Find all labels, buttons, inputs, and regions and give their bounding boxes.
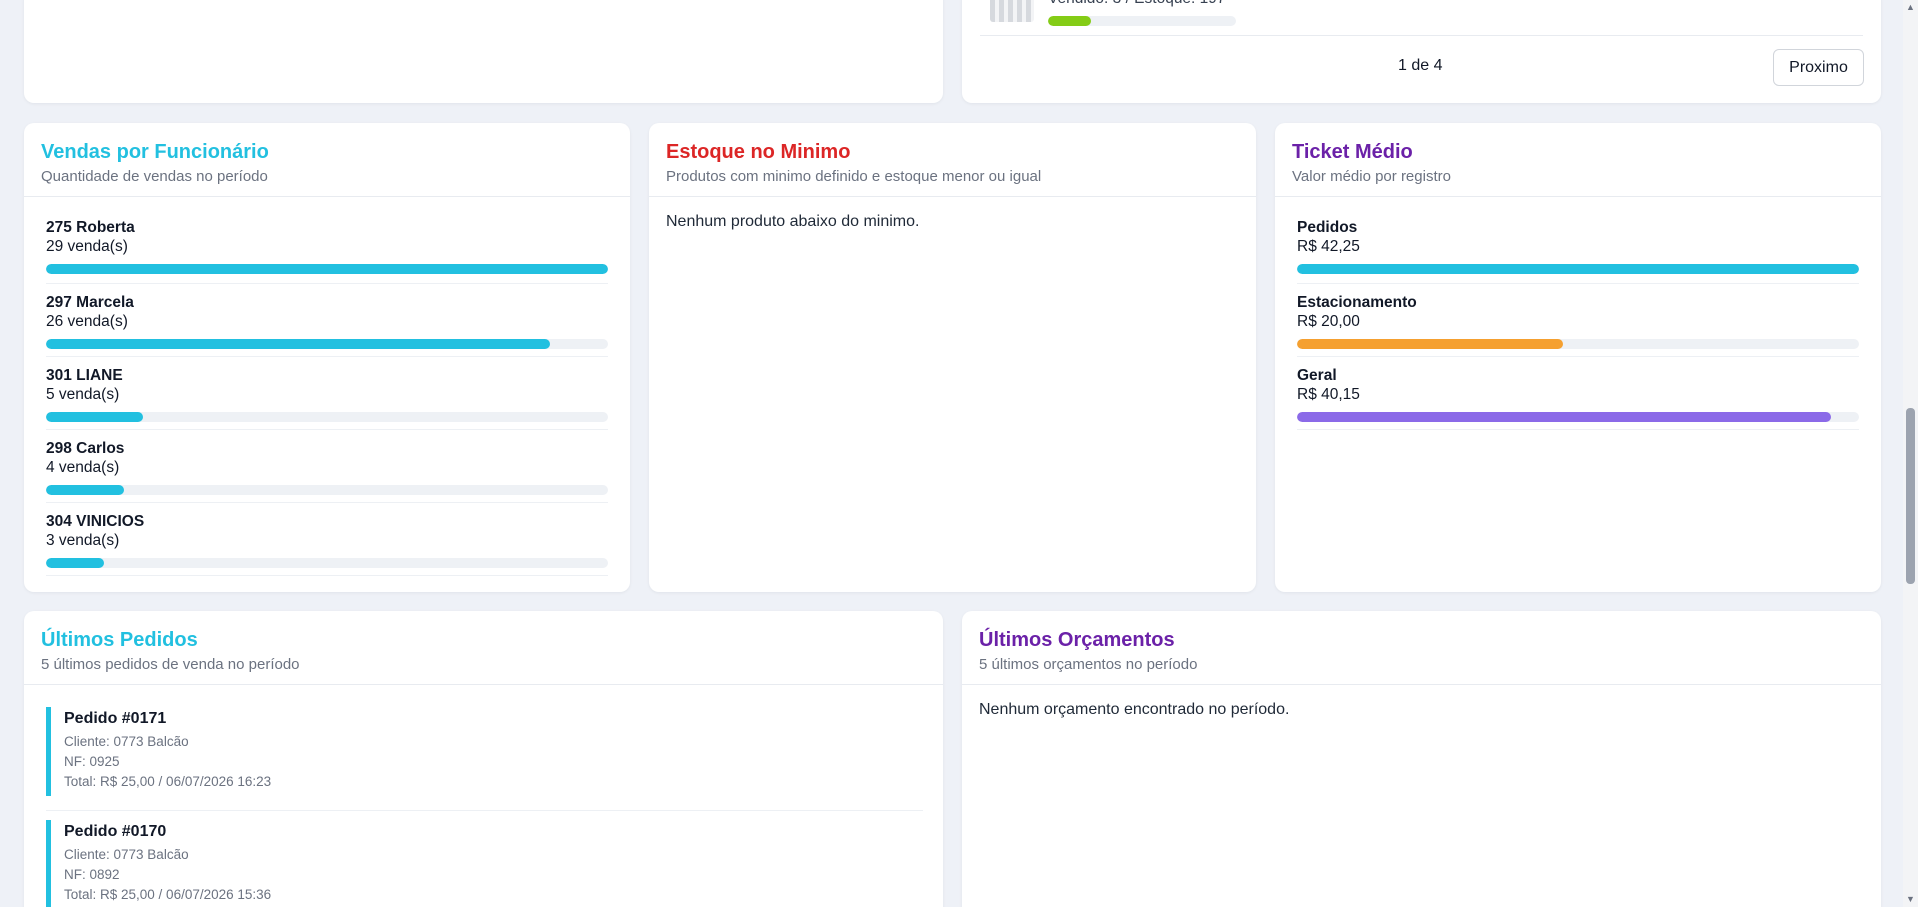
- card-subtitle: 5 últimos orçamentos no período: [979, 656, 1198, 673]
- bar-track: [1297, 264, 1859, 274]
- ticket-category: Pedidos: [1297, 219, 1358, 236]
- bar-track: [46, 339, 608, 349]
- card-subtitle: 5 últimos pedidos de venda no período: [41, 656, 300, 673]
- employee-sales-list: 275 Roberta 29 venda(s) 297 Marcela 26 ven…: [24, 197, 630, 576]
- latest-orders-card: Últimos Pedidos 5 últimos pedidos de ven…: [24, 611, 943, 907]
- bar-track: [46, 412, 608, 422]
- sales-by-employee-card: Vendas por Funcionário Quantidade de ven…: [24, 123, 630, 592]
- card-header: Ticket Médio Valor médio por registro: [1275, 123, 1881, 197]
- order-client: Cliente: 0773 Balcão: [64, 734, 189, 749]
- card-subtitle: Quantidade de vendas no período: [41, 168, 268, 185]
- bar-fill: [46, 412, 143, 422]
- divider: [980, 35, 1863, 36]
- scroll-thumb[interactable]: [1906, 408, 1915, 584]
- bar-track: [1297, 339, 1859, 349]
- ticket-value: R$ 20,00: [1297, 313, 1360, 330]
- card-header: Últimos Orçamentos 5 últimos orçamentos …: [962, 611, 1881, 685]
- bar-fill: [46, 485, 124, 495]
- list-item: 301 LIANE 5 venda(s): [46, 357, 608, 430]
- bar-fill: [1297, 412, 1832, 422]
- employee-name: 275 Roberta: [46, 219, 135, 236]
- sales-count: 3 venda(s): [46, 532, 120, 549]
- bar-track: [46, 264, 608, 274]
- list-item[interactable]: Pedido #0170 Cliente: 0773 Balcão NF: 08…: [46, 820, 923, 907]
- order-title: Pedido #0171: [64, 710, 167, 727]
- list-item[interactable]: Pedido #0171 Cliente: 0773 Balcão NF: 09…: [46, 707, 923, 811]
- order-client: Cliente: 0773 Balcão: [64, 847, 189, 862]
- order-nf: NF: 0925: [64, 754, 120, 769]
- order-nf: NF: 0892: [64, 867, 120, 882]
- order-total: Total: R$ 25,00 / 06/07/2026 16:23: [64, 774, 272, 789]
- order-entry: Pedido #0170 Cliente: 0773 Balcão NF: 08…: [46, 820, 923, 907]
- empty-message: Nenhum orçamento encontrado no período.: [979, 701, 1290, 718]
- latest-quotes-card: Últimos Orçamentos 5 últimos orçamentos …: [962, 611, 1881, 907]
- ticket-value: R$ 42,25: [1297, 238, 1360, 255]
- ticket-list: Pedidos R$ 42,25 Estacionamento R$ 20,00 G…: [1275, 197, 1881, 430]
- list-item: 275 Roberta 29 venda(s): [46, 211, 608, 284]
- list-item: 298 Carlos 4 venda(s): [46, 430, 608, 503]
- bar-fill: [46, 558, 105, 568]
- ticket-category: Estacionamento: [1297, 294, 1417, 311]
- top-left-card: [24, 0, 943, 103]
- bar-track: [46, 558, 608, 568]
- product-progress-fill: [1048, 16, 1092, 26]
- card-title: Últimos Pedidos: [41, 629, 198, 651]
- card-header: Vendas por Funcionário Quantidade de ven…: [24, 123, 630, 197]
- list-item: Geral R$ 40,15: [1297, 357, 1859, 430]
- sales-count: 26 venda(s): [46, 313, 128, 330]
- card-title: Vendas por Funcionário: [41, 141, 269, 163]
- bar-fill: [1297, 339, 1564, 349]
- bar-track: [1297, 412, 1859, 422]
- scroll-up-icon[interactable]: ▲: [1905, 2, 1916, 13]
- top-products-card: Vendido: 3 / Estoque: 197 1 de 4 Proximo: [962, 0, 1881, 103]
- card-title: Estoque no Minimo: [666, 141, 851, 163]
- list-item: 297 Marcela 26 venda(s): [46, 284, 608, 357]
- product-stats: Vendido: 3 / Estoque: 197: [1048, 0, 1226, 8]
- pagination-label: 1 de 4: [1398, 57, 1443, 74]
- employee-name: 301 LIANE: [46, 367, 123, 384]
- card-header: Estoque no Minimo Produtos com minimo de…: [649, 123, 1256, 197]
- card-header: Últimos Pedidos 5 últimos pedidos de ven…: [24, 611, 943, 685]
- average-ticket-card: Ticket Médio Valor médio por registro Pe…: [1275, 123, 1881, 592]
- sales-count: 29 venda(s): [46, 238, 128, 255]
- list-item: Estacionamento R$ 20,00: [1297, 284, 1859, 357]
- employee-name: 298 Carlos: [46, 440, 125, 457]
- ticket-value: R$ 40,15: [1297, 386, 1360, 403]
- bar-fill: [1297, 264, 1859, 274]
- empty-message: Nenhum produto abaixo do minimo.: [666, 213, 920, 230]
- employee-name: 297 Marcela: [46, 294, 134, 311]
- sales-count: 4 venda(s): [46, 459, 120, 476]
- list-item: Pedidos R$ 42,25: [1297, 211, 1859, 284]
- sales-count: 5 venda(s): [46, 386, 120, 403]
- list-item: 304 VINICIOS 3 venda(s): [46, 503, 608, 576]
- bar-track: [46, 485, 608, 495]
- bar-fill: [46, 264, 608, 274]
- scroll-down-icon[interactable]: ▼: [1905, 894, 1916, 905]
- next-page-button[interactable]: Proximo: [1773, 49, 1864, 86]
- bar-fill: [46, 339, 550, 349]
- page-scrollbar[interactable]: ▲ ▼: [1903, 0, 1918, 907]
- employee-name: 304 VINICIOS: [46, 513, 145, 530]
- ticket-category: Geral: [1297, 367, 1337, 384]
- card-subtitle: Produtos com minimo definido e estoque m…: [666, 168, 1042, 185]
- card-title: Últimos Orçamentos: [979, 629, 1175, 651]
- order-total: Total: R$ 25,00 / 06/07/2026 15:36: [64, 887, 272, 902]
- product-thumbnail: [990, 0, 1034, 22]
- orders-list: Pedido #0171 Cliente: 0773 Balcão NF: 09…: [24, 685, 943, 907]
- order-entry: Pedido #0171 Cliente: 0773 Balcão NF: 09…: [46, 707, 923, 796]
- order-title: Pedido #0170: [64, 823, 167, 840]
- card-title: Ticket Médio: [1292, 141, 1413, 163]
- product-progress-track: [1048, 16, 1236, 26]
- card-subtitle: Valor médio por registro: [1292, 168, 1451, 185]
- min-stock-card: Estoque no Minimo Produtos com minimo de…: [649, 123, 1256, 592]
